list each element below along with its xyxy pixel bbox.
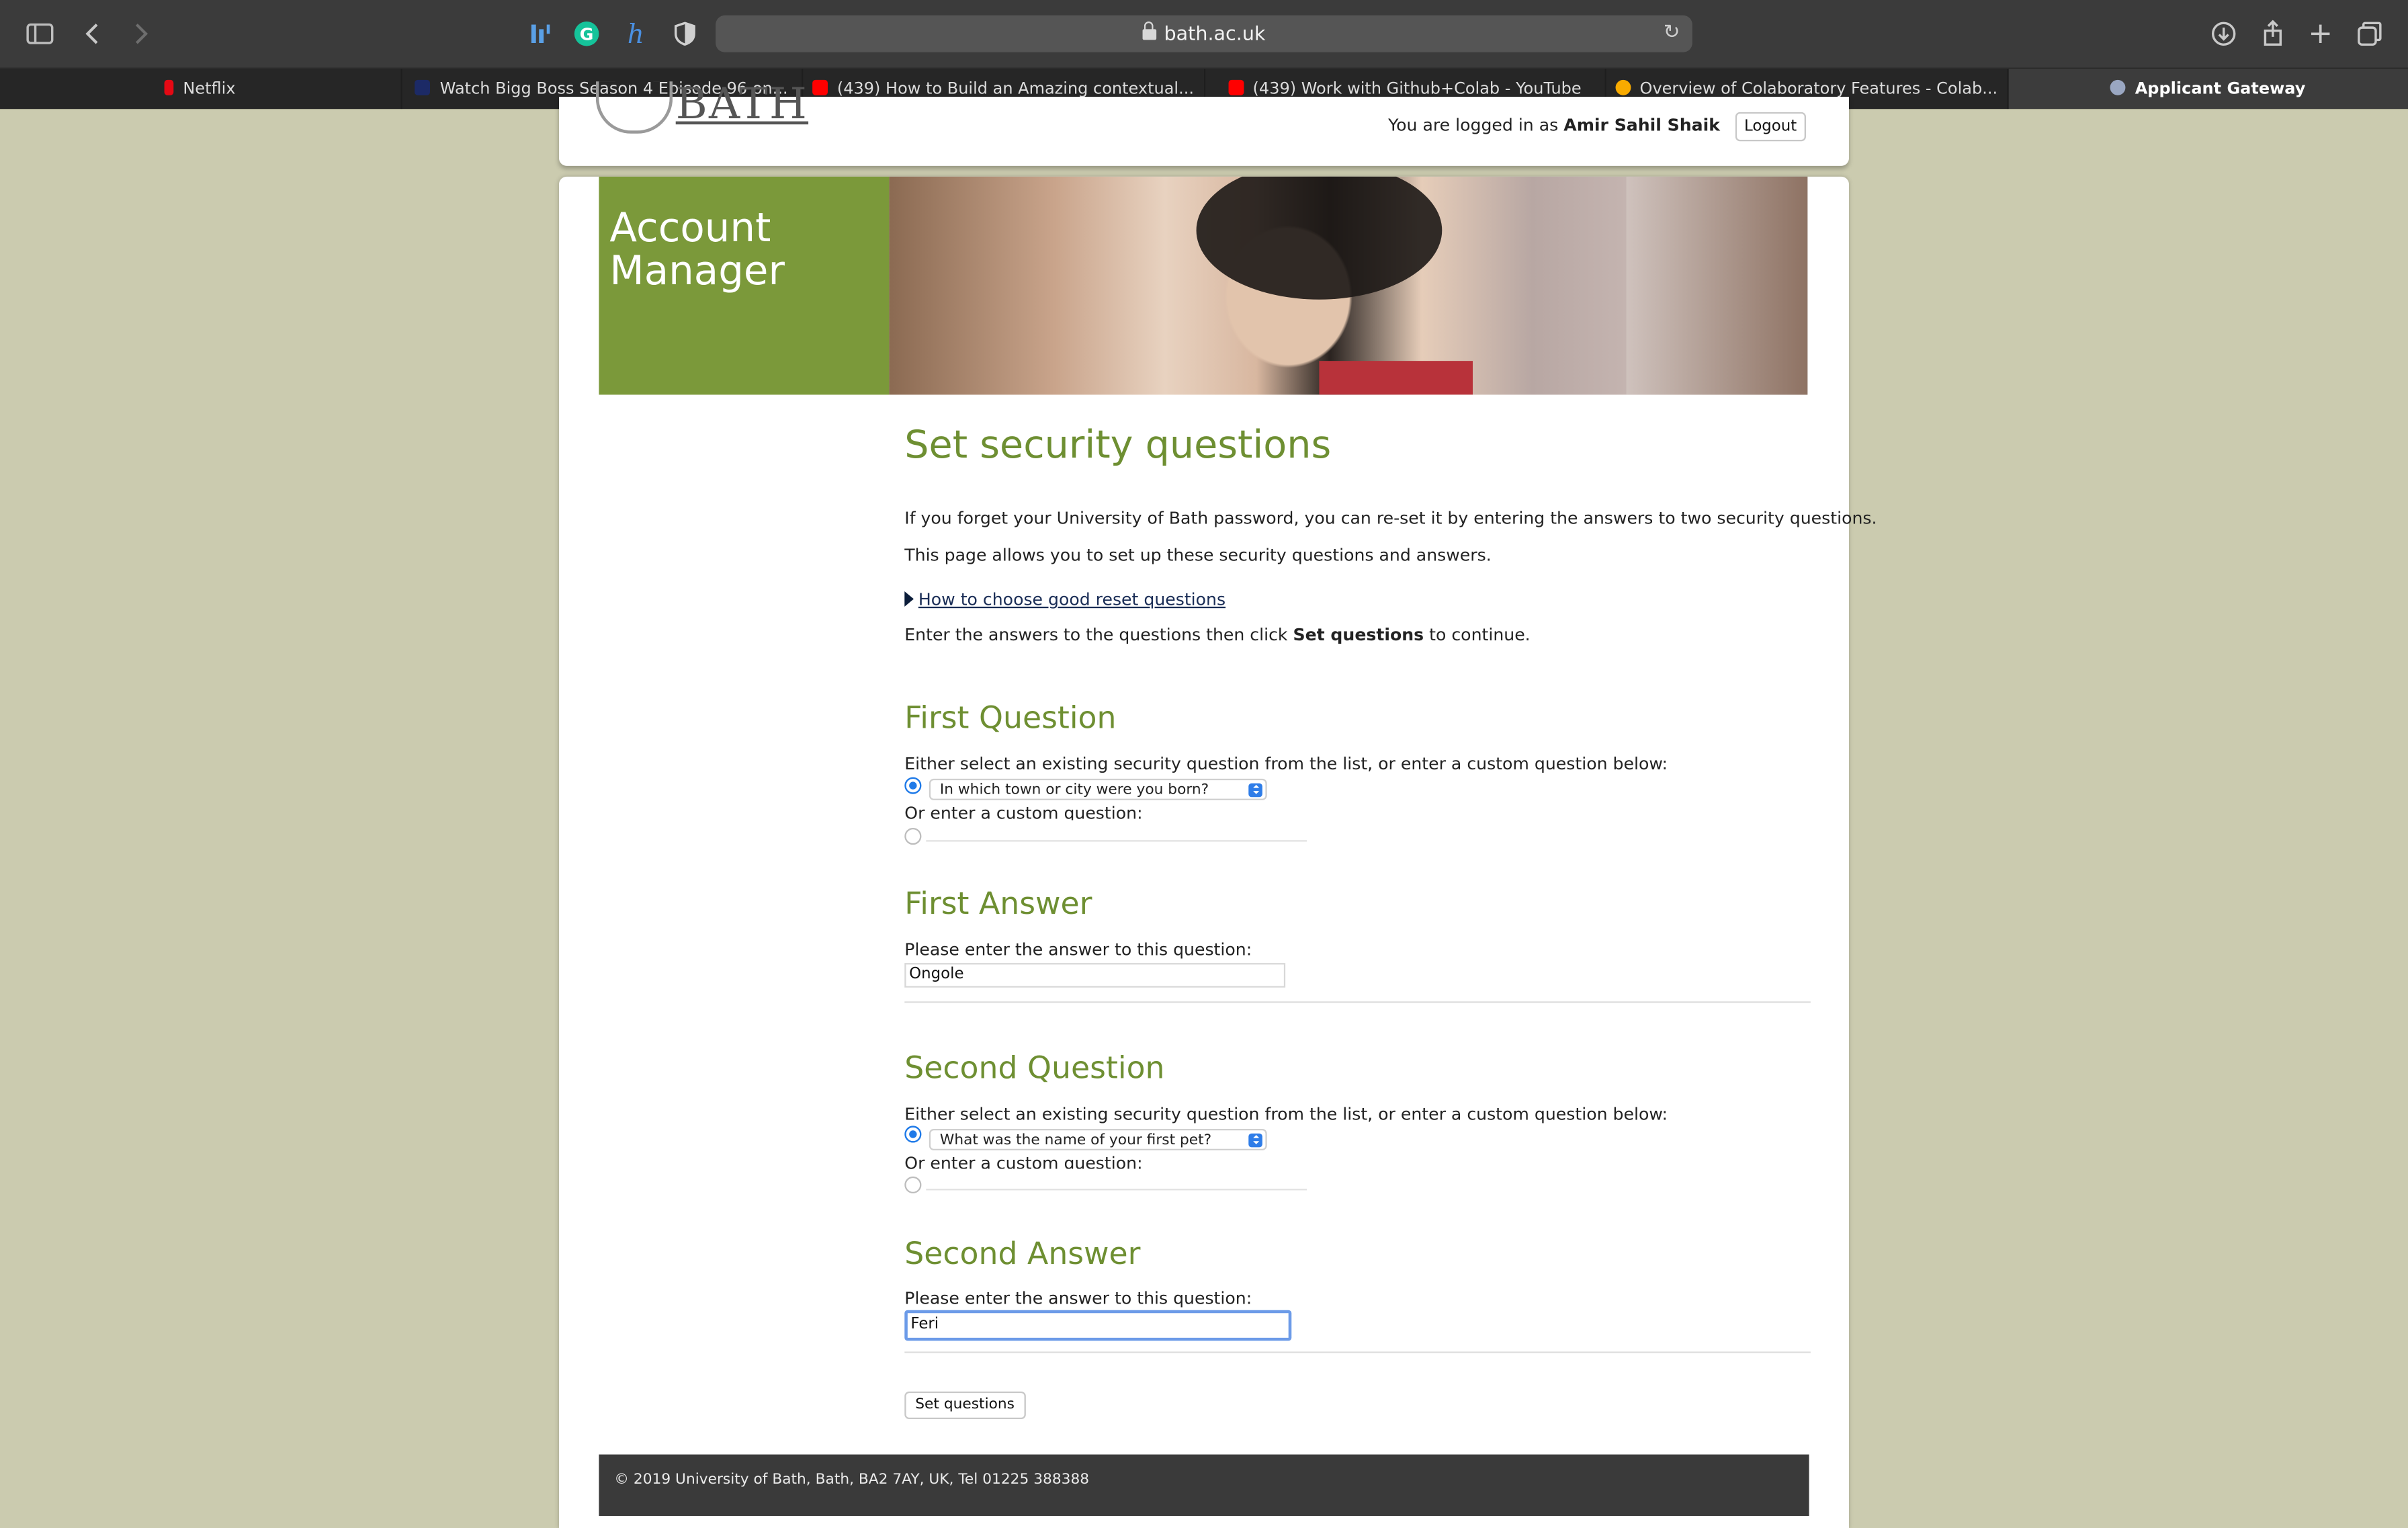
youtube-icon [812,79,828,95]
second-answer-prompt: Please enter the answer to this question… [904,1288,1252,1309]
login-prefix: You are logged in as [1388,115,1559,136]
help-link[interactable]: How to choose good reset questions [918,590,1226,610]
second-custom-question-input[interactable] [926,1169,1307,1191]
first-answer-prompt: Please enter the answer to this question… [904,939,1252,960]
svg-text:h: h [628,19,644,49]
banner-photo [889,176,1808,395]
downloads-icon[interactable] [2208,18,2239,49]
divider [904,1351,1811,1353]
tab-label: Netflix [183,79,236,99]
tab-label: (439) Work with Github+Colab - YouTube [1252,79,1582,99]
set-questions-button[interactable]: Set questions [904,1391,1025,1419]
netflix-icon [164,79,174,95]
intro-text-2: This page allows you to set up these sec… [904,545,1492,566]
main-card: Account Manager Set security questions I… [558,176,1877,1528]
sidebar-toggle-icon[interactable] [25,18,56,49]
first-question-heading: First Question [904,698,1117,736]
second-question-selected: What was the name of your first pet? [939,1132,1212,1149]
intro-text-1: If you forget your University of Bath pa… [904,508,1877,529]
youtube-icon [1228,79,1244,95]
first-answer-input[interactable]: Ongole [904,963,1286,988]
second-question-prompt: Either select an existing security quest… [904,1104,1668,1125]
share-icon[interactable] [2258,18,2288,49]
divider [904,1001,1811,1003]
login-status: You are logged in as Amir Sahil Shaik [1388,115,1720,135]
first-question-list-radio[interactable] [904,777,922,794]
instruction-text: Enter the answers to the questions then … [904,625,1530,645]
tab-label: Applicant Gateway [2135,79,2306,99]
page: BATH You are logged in as Amir Sahil Sha… [0,79,2408,1528]
forward-icon[interactable] [124,18,155,49]
grammarly-icon[interactable]: G [571,18,602,49]
extension-bars-icon[interactable] [525,18,556,49]
second-question-custom-radio[interactable] [904,1176,922,1193]
first-answer-heading: First Answer [904,884,1092,922]
svg-text:G: G [580,24,594,44]
tab-applicant-gateway[interactable]: Applicant Gateway [2008,69,2408,110]
colab-icon [1615,79,1631,95]
reload-icon[interactable]: ↻ [1664,15,1680,52]
second-answer-input[interactable]: Feri [904,1310,1292,1341]
tab-netflix[interactable]: Netflix [0,69,402,110]
select-arrows-icon [1248,783,1262,798]
second-answer-heading: Second Answer [904,1234,1141,1272]
second-question-select[interactable]: What was the name of your first pet? [929,1128,1267,1150]
honey-extension-icon[interactable]: h [620,18,651,50]
browser-toolbar: G h bath.ac.uk ↻ [0,0,2408,69]
instruction-suffix: to continue. [1429,625,1531,645]
privacy-shield-icon[interactable] [670,18,701,49]
lock-icon [1142,21,1157,40]
site-header: BATH You are logged in as Amir Sahil Sha… [558,79,1849,166]
first-question-custom-radio[interactable] [904,827,922,845]
user-name: Amir Sahil Shaik [1563,115,1720,136]
disclosure-triangle-icon [904,591,914,607]
instruction-prefix: Enter the answers to the questions then … [904,625,1288,645]
select-arrows-icon [1248,1133,1262,1148]
account-manager-panel: Account Manager [599,176,890,395]
help-expander[interactable]: How to choose good reset questions [904,590,1226,610]
first-question-prompt: Either select an existing security quest… [904,754,1668,774]
first-question-selected: In which town or city were you born? [939,781,1209,799]
new-tab-icon[interactable] [2305,18,2336,49]
instruction-bold: Set questions [1293,625,1424,645]
site-footer: © 2019 University of Bath, Bath, BA2 7AY… [599,1454,1809,1516]
tab-label: (439) How to Build an Amazing contextual… [836,79,1194,99]
logout-button[interactable]: Logout [1735,112,1806,142]
tab-overview-icon[interactable] [2354,18,2385,49]
second-question-heading: Second Question [904,1049,1165,1086]
first-question-select[interactable]: In which town or city were you born? [929,778,1267,800]
first-custom-question-input[interactable] [926,820,1307,842]
page-title: Set security questions [904,422,1332,467]
address-bar[interactable]: bath.ac.uk ↻ [716,15,1692,52]
back-icon[interactable] [79,18,110,49]
panel-title: Account Manager [609,206,785,295]
tab-label: Overview of Colaboratory Features - Cola… [1639,79,1998,99]
site-icon [415,79,431,95]
site-logo[interactable]: BATH [676,79,808,129]
url-text: bath.ac.uk [1164,21,1266,45]
second-question-list-radio[interactable] [904,1126,922,1143]
university-crest-icon [595,81,673,134]
gateway-icon [2110,79,2126,95]
